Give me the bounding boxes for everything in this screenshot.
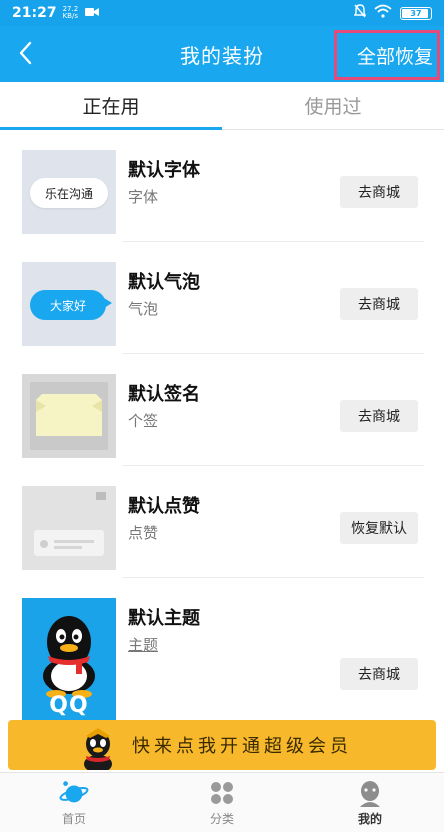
list-item-font[interactable]: 乐在沟通 默认字体 字体 去商城: [0, 130, 444, 242]
item-category: 个签: [128, 412, 159, 430]
font-preview-bubble: 乐在沟通: [30, 178, 108, 208]
bubble-preview-bubble: 大家好: [30, 290, 112, 320]
item-name: 默认主题: [128, 608, 200, 629]
status-time: 21:27: [12, 5, 57, 21]
like-preview: [22, 486, 116, 570]
font-preview: 乐在沟通: [22, 150, 116, 234]
theme-preview: QQ: [22, 598, 116, 720]
go-store-button[interactable]: 去商城: [340, 288, 418, 320]
item-name: 默认字体: [128, 160, 200, 181]
list-item-signature[interactable]: 默认签名 个签 去商城: [0, 354, 444, 466]
item-category: 点赞: [128, 524, 159, 542]
item-category: 主题: [128, 636, 159, 654]
list-item-like[interactable]: 默认点赞 点赞 恢复默认: [0, 466, 444, 578]
item-category: 字体: [128, 188, 159, 206]
profile-icon: [355, 778, 385, 808]
video-icon: [84, 5, 99, 21]
list-item-theme[interactable]: QQ 默认主题 主题 去商城: [0, 578, 444, 720]
network-speed: 27.2 KB/s: [62, 5, 79, 20]
item-category: 气泡: [128, 300, 159, 318]
tab-bar: 正在用 使用过: [0, 82, 444, 130]
page-title: 我的装扮: [180, 43, 264, 68]
item-name: 默认点赞: [128, 496, 200, 517]
nav-bar: 我的装扮 全部恢复: [0, 26, 444, 82]
theme-preview-text: QQ: [49, 693, 89, 718]
bottom-nav: 首页 分类 我的: [0, 772, 444, 832]
nav-home[interactable]: 首页: [0, 773, 148, 832]
item-name: 默认签名: [128, 384, 200, 405]
vip-banner[interactable]: 快来点我开通超级会员: [8, 720, 436, 770]
tab-in-use[interactable]: 正在用: [0, 82, 222, 130]
chevron-left-icon: [19, 41, 32, 65]
wifi-icon: [374, 4, 392, 22]
nav-mine-label: 我的: [357, 812, 382, 826]
decoration-list: 乐在沟通 默认字体 字体 去商城 大家好 默认气泡 气泡 去商城 默认签名 个签…: [0, 130, 444, 720]
nav-category-label: 分类: [209, 812, 234, 826]
nav-home-label: 首页: [61, 812, 86, 826]
planet-icon: [59, 778, 89, 808]
battery-icon: 37: [400, 6, 432, 20]
bubble-preview: 大家好: [22, 262, 116, 346]
battery-level: 37: [410, 8, 422, 18]
go-store-button[interactable]: 去商城: [340, 400, 418, 432]
list-item-bubble[interactable]: 大家好 默认气泡 气泡 去商城: [0, 242, 444, 354]
back-button[interactable]: [10, 38, 40, 68]
signature-card-icon: [30, 382, 108, 450]
nav-category[interactable]: 分类: [148, 773, 296, 832]
tab-used[interactable]: 使用过: [222, 82, 444, 129]
mute-icon: [353, 4, 367, 22]
restore-all-button[interactable]: 全部恢复: [334, 30, 440, 80]
nav-mine[interactable]: 我的: [296, 773, 444, 832]
item-name: 默认气泡: [128, 272, 200, 293]
category-icon: [207, 778, 237, 808]
vip-banner-text: 快来点我开通超级会员: [132, 736, 352, 757]
status-bar: 21:27 27.2 KB/s 37: [0, 0, 444, 26]
signature-preview: [22, 374, 116, 458]
penguin-mascot-icon: [84, 728, 112, 770]
go-store-button[interactable]: 去商城: [340, 658, 418, 690]
restore-default-button[interactable]: 恢复默认: [340, 512, 418, 544]
qq-penguin-icon: [43, 616, 95, 698]
go-store-button[interactable]: 去商城: [340, 176, 418, 208]
like-card-icon: [34, 492, 106, 556]
